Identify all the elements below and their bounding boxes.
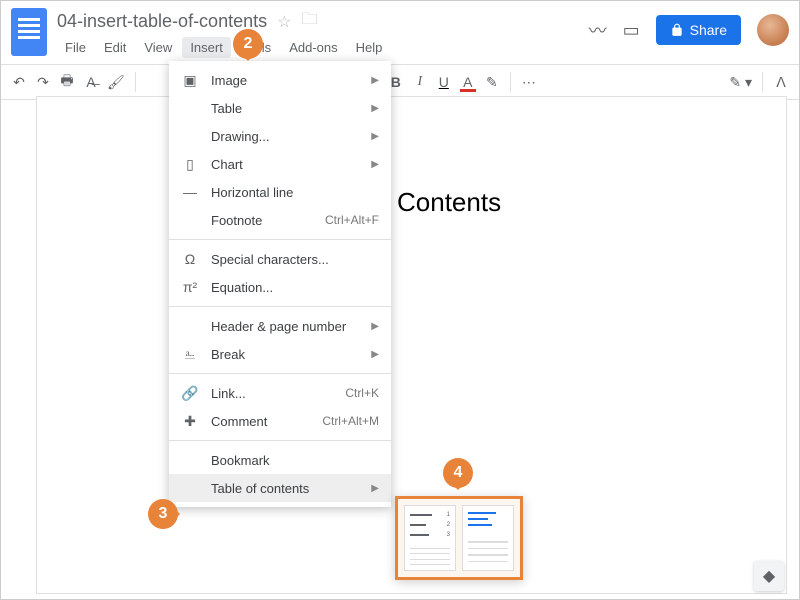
- insert-image[interactable]: ▣ Image ▶: [169, 66, 391, 94]
- link-shortcut: Ctrl+K: [345, 386, 379, 400]
- submenu-arrow-icon: ▶: [371, 349, 379, 360]
- equation-icon: π²: [179, 279, 201, 295]
- underline-button[interactable]: U: [436, 74, 452, 90]
- insert-table-of-contents[interactable]: Table of contents ▶: [169, 474, 391, 502]
- move-folder-icon[interactable]: 🗀: [301, 8, 317, 35]
- explore-button[interactable]: ◆: [754, 561, 784, 591]
- menu-addons[interactable]: Add-ons: [281, 37, 345, 58]
- link-icon: 🔗: [179, 385, 201, 402]
- insert-image-label: Image: [211, 73, 363, 88]
- text-color-button[interactable]: A: [460, 74, 476, 90]
- menu-insert[interactable]: Insert: [182, 37, 231, 58]
- break-icon: ⎁: [179, 346, 201, 363]
- menu-view[interactable]: View: [136, 37, 180, 58]
- insert-break[interactable]: ⎁ Break ▶: [169, 340, 391, 368]
- toc-submenu: 1 2 3: [395, 496, 523, 580]
- insert-comment[interactable]: ✚ Comment Ctrl+Alt+M: [169, 407, 391, 435]
- doc-title[interactable]: 04-insert-table-of-contents: [57, 11, 267, 32]
- insert-hline-label: Horizontal line: [211, 185, 379, 200]
- insert-toc-label: Table of contents: [211, 481, 363, 496]
- italic-button[interactable]: I: [412, 74, 428, 90]
- submenu-arrow-icon: ▶: [371, 321, 379, 332]
- activity-icon[interactable]: 〰: [589, 17, 607, 43]
- insert-header-page[interactable]: Header & page number ▶: [169, 312, 391, 340]
- print-icon[interactable]: 🖶: [59, 70, 75, 94]
- footnote-shortcut: Ctrl+Alt+F: [325, 213, 379, 227]
- more-tools-icon[interactable]: ⋯: [521, 74, 537, 91]
- chart-icon: ▯: [179, 156, 201, 173]
- share-button[interactable]: Share: [656, 15, 741, 45]
- insert-drawing-label: Drawing...: [211, 129, 363, 144]
- insert-drawing[interactable]: Drawing... ▶: [169, 122, 391, 150]
- image-icon: ▣: [179, 72, 201, 89]
- insert-chart[interactable]: ▯ Chart ▶: [169, 150, 391, 178]
- menu-separator: [169, 306, 391, 307]
- submenu-arrow-icon: ▶: [371, 103, 379, 114]
- insert-bookmark[interactable]: Bookmark: [169, 446, 391, 474]
- insert-footnote-label: Footnote: [211, 213, 325, 228]
- menu-edit[interactable]: Edit: [96, 37, 134, 58]
- menu-separator: [169, 239, 391, 240]
- insert-footnote[interactable]: Footnote Ctrl+Alt+F: [169, 206, 391, 234]
- insert-table-label: Table: [211, 101, 363, 116]
- docs-app-icon[interactable]: [11, 8, 47, 56]
- submenu-arrow-icon: ▶: [371, 131, 379, 142]
- menu-separator: [169, 440, 391, 441]
- insert-comment-label: Comment: [211, 414, 322, 429]
- redo-icon[interactable]: ↷: [35, 74, 51, 91]
- special-chars-icon: Ω: [179, 251, 201, 267]
- toolbar: ↶ ↷ 🖶 A̶ 🖌 11 B I U A ✎ ⋯ ✎ ▾ ᐱ: [1, 64, 799, 100]
- insert-link-label: Link...: [211, 386, 345, 401]
- comment-icon: ✚: [179, 413, 201, 430]
- insert-equation-label: Equation...: [211, 280, 379, 295]
- hide-menus-icon[interactable]: ᐱ: [773, 74, 789, 91]
- submenu-arrow-icon: ▶: [371, 75, 379, 86]
- star-icon[interactable]: ☆: [277, 12, 291, 32]
- paint-format-icon[interactable]: 🖌: [107, 74, 125, 91]
- insert-header-label: Header & page number: [211, 319, 363, 334]
- callout-3: 3: [148, 499, 178, 529]
- menu-separator: [169, 373, 391, 374]
- submenu-arrow-icon: ▶: [371, 483, 379, 494]
- lock-icon: [670, 23, 684, 37]
- insert-table[interactable]: Table ▶: [169, 94, 391, 122]
- editing-mode-icon[interactable]: ✎ ▾: [729, 74, 752, 91]
- toc-option-numbers[interactable]: 1 2 3: [404, 505, 456, 571]
- insert-link[interactable]: 🔗 Link... Ctrl+K: [169, 379, 391, 407]
- undo-icon[interactable]: ↶: [11, 74, 27, 91]
- toc-option-links[interactable]: [462, 505, 514, 571]
- callout-2: 2: [233, 29, 263, 59]
- insert-special-label: Special characters...: [211, 252, 379, 267]
- spellcheck-icon[interactable]: A̶: [83, 74, 99, 90]
- comment-shortcut: Ctrl+Alt+M: [322, 414, 379, 428]
- menu-help[interactable]: Help: [348, 37, 391, 58]
- insert-break-label: Break: [211, 347, 363, 362]
- insert-chart-label: Chart: [211, 157, 363, 172]
- submenu-arrow-icon: ▶: [371, 159, 379, 170]
- explore-icon: ◆: [763, 566, 775, 586]
- highlight-icon[interactable]: ✎: [484, 74, 500, 91]
- insert-equation[interactable]: π² Equation...: [169, 273, 391, 301]
- user-avatar[interactable]: [757, 14, 789, 46]
- insert-dropdown: ▣ Image ▶ Table ▶ Drawing... ▶ ▯ Chart ▶…: [169, 61, 391, 507]
- callout-4: 4: [443, 458, 473, 488]
- menu-file[interactable]: File: [57, 37, 94, 58]
- insert-horizontal-line[interactable]: — Horizontal line: [169, 178, 391, 206]
- insert-special-chars[interactable]: Ω Special characters...: [169, 245, 391, 273]
- insert-bookmark-label: Bookmark: [211, 453, 379, 468]
- menu-bar: File Edit View Insert Tools Add-ons Help: [57, 37, 589, 58]
- hline-icon: —: [179, 184, 201, 200]
- comments-icon[interactable]: ▭: [623, 20, 640, 41]
- document-heading: Contents: [37, 97, 786, 218]
- share-label: Share: [690, 22, 727, 38]
